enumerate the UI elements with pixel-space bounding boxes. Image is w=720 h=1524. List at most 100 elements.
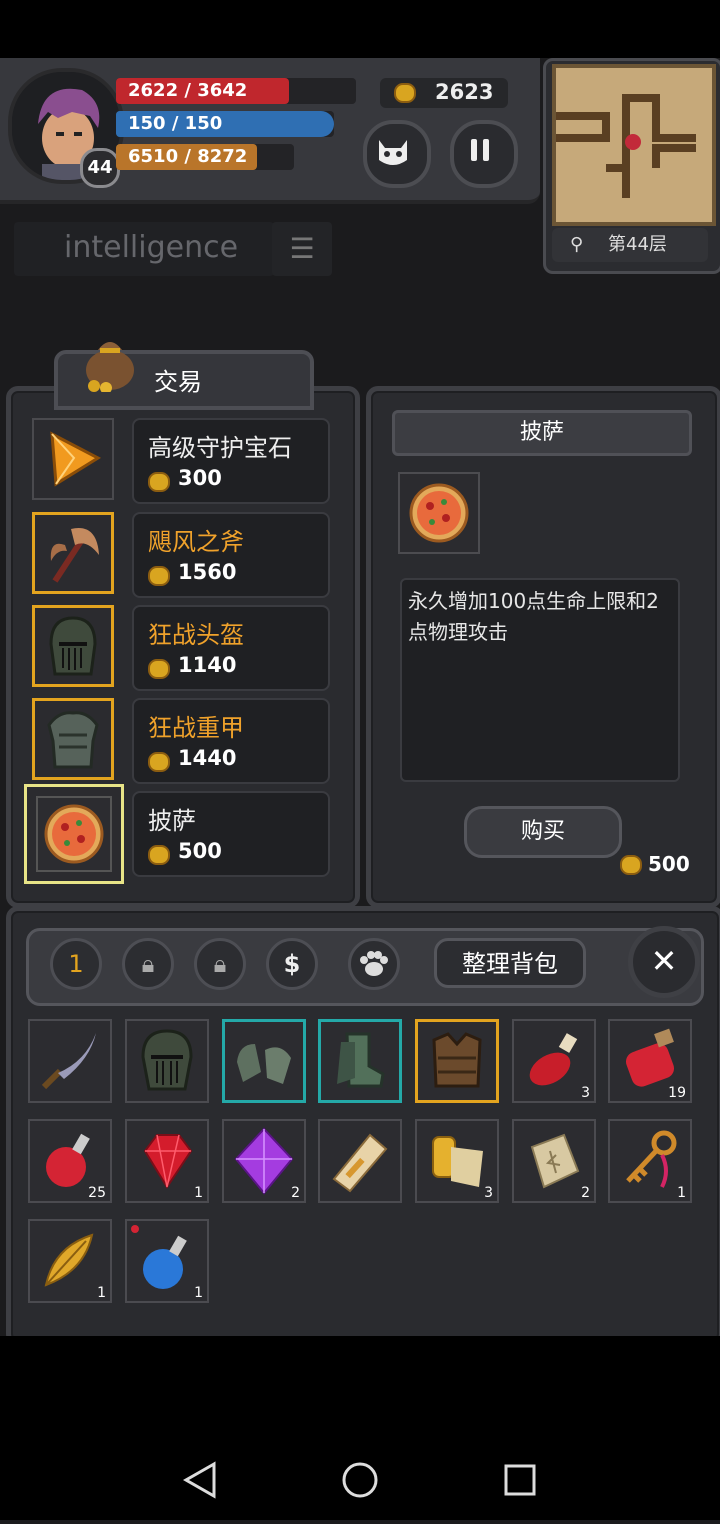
axe-icon xyxy=(50,528,99,583)
close-button[interactable]: ✕ xyxy=(628,926,700,998)
detail-price-value: 500 xyxy=(648,852,690,876)
trade-item-card[interactable]: 狂战重甲 1440 xyxy=(132,698,330,784)
coin-icon xyxy=(148,566,170,586)
inventory-slot[interactable] xyxy=(318,1119,402,1203)
inventory-slot[interactable] xyxy=(415,1019,499,1103)
shop-tab-button[interactable]: $ xyxy=(266,938,318,990)
helmet-icon xyxy=(49,616,97,676)
bag-tab-locked[interactable]: 🔒︎ xyxy=(122,938,174,990)
pizza-icon xyxy=(36,796,112,872)
trade-slot-helmet[interactable] xyxy=(32,605,114,687)
item-count: 1 xyxy=(677,1185,686,1201)
search-icon: ⚲ xyxy=(570,234,584,255)
gold-amount: 2623 xyxy=(435,80,494,104)
coin-icon xyxy=(148,659,170,679)
menu-button[interactable]: ☰ xyxy=(272,222,332,276)
item-price: 300 xyxy=(178,466,222,490)
gauntlets-icon xyxy=(237,1044,291,1084)
pause-button[interactable] xyxy=(450,120,518,188)
inventory-slot[interactable] xyxy=(318,1019,402,1103)
pet-tab-button[interactable] xyxy=(348,938,400,990)
item-count: 19 xyxy=(668,1085,686,1101)
dagger-icon xyxy=(41,1033,96,1090)
hp-bar: 2622 / 3642 xyxy=(116,78,356,104)
item-count: 3 xyxy=(484,1185,493,1201)
dollar-icon: $ xyxy=(283,950,301,978)
inventory-slot[interactable]: 1 xyxy=(28,1219,112,1303)
trade-slot-armor[interactable] xyxy=(32,698,114,780)
recents-icon[interactable] xyxy=(504,1464,536,1496)
item-name: 飓风之斧 xyxy=(148,528,244,556)
inventory-slot[interactable]: 3 xyxy=(512,1019,596,1103)
item-price: 1560 xyxy=(178,560,237,584)
vest-icon xyxy=(432,1032,482,1088)
detail-description: 永久增加100点生命上限和2点物理攻击 xyxy=(400,578,680,782)
coin-icon xyxy=(148,845,170,865)
helmet-icon xyxy=(141,1029,193,1091)
inventory-slot[interactable] xyxy=(125,1019,209,1103)
item-count: 1 xyxy=(194,1285,203,1301)
inventory-slot[interactable]: 1 xyxy=(125,1219,209,1303)
list-icon: ☰ xyxy=(289,232,315,265)
back-icon[interactable] xyxy=(182,1461,216,1499)
minimap[interactable] xyxy=(552,64,716,226)
scroll-icon xyxy=(332,1133,388,1193)
pet-button[interactable] xyxy=(363,120,431,188)
lock-icon: 🔒︎ xyxy=(213,950,227,978)
item-name: 高级守护宝石 xyxy=(148,434,292,462)
inventory-slot[interactable]: 1 xyxy=(125,1119,209,1203)
inventory-slot[interactable]: 25 xyxy=(28,1119,112,1203)
item-count: 1 xyxy=(97,1285,106,1301)
floor-indicator[interactable]: ⚲ 第44层 xyxy=(552,228,708,262)
trade-item-card[interactable]: 披萨 500 xyxy=(132,791,330,877)
buy-button[interactable]: 购买 xyxy=(464,806,622,858)
detail-title: 披萨 xyxy=(392,410,692,456)
item-name: 狂战重甲 xyxy=(148,714,244,742)
search-input[interactable]: intelligence xyxy=(14,222,274,276)
coin-icon xyxy=(394,83,416,103)
boots-icon xyxy=(337,1032,385,1088)
item-count: 2 xyxy=(581,1185,590,1201)
trade-item-card[interactable]: 高级守护宝石 300 xyxy=(132,418,330,504)
floor-label: 第44层 xyxy=(608,234,667,255)
inventory-slot[interactable]: 3 xyxy=(415,1119,499,1203)
mp-bar: 150 / 150 xyxy=(116,111,334,137)
item-count: 25 xyxy=(88,1185,106,1201)
trade-slot-pizza-selected[interactable] xyxy=(24,784,124,884)
trade-title: 交易 xyxy=(154,368,202,396)
trade-item-card[interactable]: 狂战头盔 1140 xyxy=(132,605,330,691)
inventory-slot[interactable]: 2 xyxy=(222,1119,306,1203)
trade-item-card[interactable]: 飓风之斧 1560 xyxy=(132,512,330,598)
item-count: 1 xyxy=(194,1185,203,1201)
item-count: 2 xyxy=(291,1185,300,1201)
sort-bag-button[interactable]: 整理背包 xyxy=(434,938,586,988)
coin-icon xyxy=(148,472,170,492)
close-icon: ✕ xyxy=(650,942,678,980)
inventory-slot[interactable] xyxy=(28,1019,112,1103)
money-bag-icon xyxy=(80,330,140,394)
lock-icon: 🔒︎ xyxy=(141,950,155,978)
trade-slot-axe[interactable] xyxy=(32,512,114,594)
item-price: 1140 xyxy=(178,653,237,677)
inventory-slot[interactable]: 2 xyxy=(512,1119,596,1203)
bag-tab-1[interactable]: 1 xyxy=(50,938,102,990)
inventory-slot[interactable] xyxy=(222,1019,306,1103)
detail-price: 500 xyxy=(620,852,700,876)
pizza-icon xyxy=(409,483,469,543)
hp-text: 2622 / 3642 xyxy=(128,80,248,101)
item-name: 披萨 xyxy=(148,807,196,835)
coin-icon xyxy=(148,752,170,772)
inventory-slot[interactable]: 19 xyxy=(608,1019,692,1103)
status-bar xyxy=(0,0,720,58)
system-navigation-bar xyxy=(0,1336,720,1520)
coin-icon xyxy=(620,855,642,875)
inventory-slot[interactable]: 1 xyxy=(608,1119,692,1203)
bag-tab-locked[interactable]: 🔒︎ xyxy=(194,938,246,990)
trade-slot-gem[interactable] xyxy=(32,418,114,500)
xp-text: 6510 / 8272 xyxy=(128,146,248,167)
level-badge: 44 xyxy=(80,148,120,188)
item-name: 狂战头盔 xyxy=(148,621,244,649)
minimap-maze-icon xyxy=(556,94,696,198)
home-icon[interactable] xyxy=(342,1462,378,1498)
item-price: 500 xyxy=(178,839,222,863)
